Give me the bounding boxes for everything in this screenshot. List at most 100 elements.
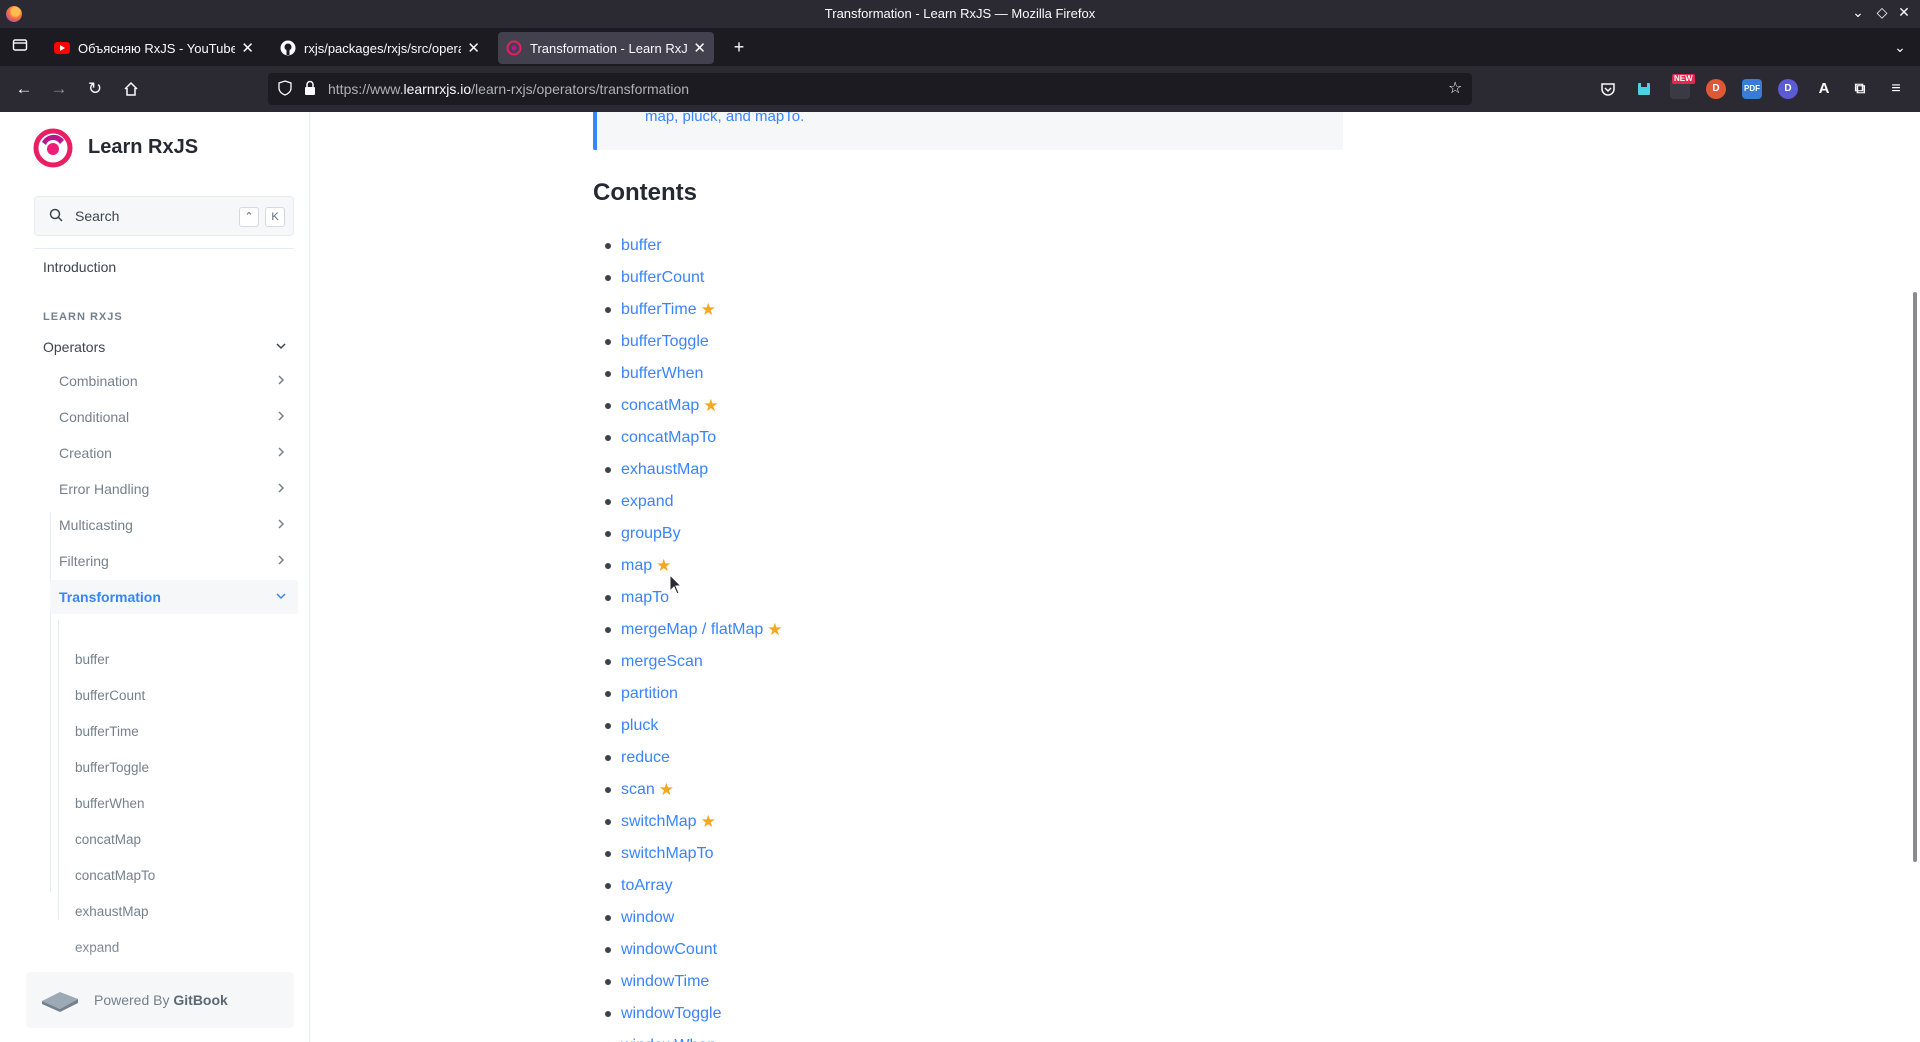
sidebar-item-buffertime[interactable]: bufferTime xyxy=(58,714,298,748)
sidebar-item-label: Conditional xyxy=(59,409,130,425)
operator-link[interactable]: bufferCount xyxy=(621,267,704,289)
operator-link[interactable]: windowCount xyxy=(621,939,717,961)
forward-icon[interactable]: → xyxy=(46,77,72,101)
operator-link[interactable]: buffer xyxy=(621,235,662,257)
extensions-icon[interactable]: ⧉ xyxy=(1850,79,1870,99)
sidebar-item-concatmap[interactable]: concatMap xyxy=(58,822,298,856)
sidebar-item-creation[interactable]: Creation xyxy=(50,436,298,470)
callout-text[interactable]: map, pluck, and mapTo. xyxy=(645,112,804,125)
close-tab-icon[interactable]: ✕ xyxy=(241,39,254,57)
pdf-icon[interactable]: PDF xyxy=(1742,79,1762,99)
sidebar-item-buffercount[interactable]: bufferCount xyxy=(58,678,298,712)
sidebar-item-filtering[interactable]: Filtering xyxy=(50,544,298,578)
firefox-view-icon[interactable] xyxy=(8,36,32,60)
sidebar-item-operators[interactable]: Operators xyxy=(34,330,298,364)
home-icon[interactable] xyxy=(118,77,144,101)
operator-link[interactable]: bufferWhen xyxy=(621,363,703,385)
operator-link[interactable]: windowTime xyxy=(621,971,709,993)
maximize-icon[interactable]: ◇ xyxy=(1872,4,1892,21)
bullet-icon xyxy=(605,723,611,729)
operator-link[interactable]: concatMap xyxy=(621,395,699,417)
sidebar-item-concatmapto[interactable]: concatMapTo xyxy=(58,858,298,892)
tracking-shield-icon[interactable] xyxy=(278,80,292,99)
duckduckgo-icon[interactable]: D xyxy=(1706,79,1726,99)
star-icon: ★ xyxy=(703,396,719,415)
sidebar-item-conditional[interactable]: Conditional xyxy=(50,400,298,434)
sidebar-item-bufferwhen[interactable]: bufferWhen xyxy=(58,786,298,820)
operator-link[interactable]: map xyxy=(621,555,652,577)
save-extension-icon[interactable] xyxy=(1634,79,1654,99)
list-item: windowTime xyxy=(593,966,783,998)
operator-link[interactable]: windowWhen xyxy=(621,1035,716,1042)
contents-heading: Contents xyxy=(593,179,697,206)
lock-icon[interactable] xyxy=(304,80,316,99)
sidebar-item-exhaustmap[interactable]: exhaustMap xyxy=(58,894,298,928)
new-badge-extension-icon[interactable]: NEW xyxy=(1670,74,1695,99)
sidebar-item-combination[interactable]: Combination xyxy=(50,364,298,398)
sidebar-item-buffertoggle[interactable]: bufferToggle xyxy=(58,750,298,784)
chevron-right-icon xyxy=(278,519,285,529)
page-scrollbar[interactable] xyxy=(1913,292,1917,862)
d-extension-icon[interactable]: D xyxy=(1778,79,1798,99)
page-content: Learn RxJS Search ⌃ K Introduction LEARN… xyxy=(0,112,1920,1042)
tab-learnrxjs[interactable]: Transformation - Learn RxJS ✕ xyxy=(498,32,714,64)
sidebar-item-transformation[interactable]: Transformation xyxy=(50,580,298,614)
sidebar-item-buffer[interactable]: buffer xyxy=(58,642,298,676)
bullet-icon xyxy=(605,915,611,921)
bullet-icon xyxy=(605,595,611,601)
operator-link[interactable]: concatMapTo xyxy=(621,427,716,449)
sidebar-item-introduction[interactable]: Introduction xyxy=(43,259,116,275)
operator-link[interactable]: mergeScan xyxy=(621,651,703,673)
operator-link[interactable]: scan xyxy=(621,779,655,801)
tab-youtube[interactable]: Объясняю RxJS - YouTube ✕ xyxy=(46,32,262,64)
operator-link[interactable]: bufferToggle xyxy=(621,331,709,353)
operator-link[interactable]: pluck xyxy=(621,715,658,737)
operator-link[interactable]: switchMapTo xyxy=(621,843,713,865)
sidebar-item-expand[interactable]: expand xyxy=(58,930,298,964)
operator-link[interactable]: window xyxy=(621,907,674,929)
operator-link[interactable]: toArray xyxy=(621,875,673,897)
list-item: bufferTime ★ xyxy=(593,294,783,326)
list-item: bufferCount xyxy=(593,262,783,294)
sidebar-item-label: Error Handling xyxy=(59,481,150,497)
list-item: concatMapTo xyxy=(593,422,783,454)
bookmark-star-icon[interactable]: ☆ xyxy=(1448,78,1462,98)
a-extension-icon[interactable]: A xyxy=(1814,79,1834,99)
operator-link[interactable]: groupBy xyxy=(621,523,681,545)
operator-link[interactable]: reduce xyxy=(621,747,670,769)
pocket-icon[interactable] xyxy=(1598,79,1618,99)
menu-icon[interactable]: ≡ xyxy=(1886,79,1906,99)
back-icon[interactable]: ← xyxy=(11,77,37,101)
new-tab-icon[interactable]: + xyxy=(727,36,751,60)
url-bar[interactable]: https://www.learnrxjs.io/learn-rxjs/oper… xyxy=(268,73,1472,105)
powered-by-gitbook[interactable]: Powered By GitBook xyxy=(26,972,294,1028)
close-tab-icon[interactable]: ✕ xyxy=(693,39,706,57)
operator-link[interactable]: bufferTime xyxy=(621,299,697,321)
list-item: mapTo xyxy=(593,582,783,614)
minimize-icon[interactable]: ⌄ xyxy=(1848,4,1868,21)
window-titlebar: Transformation - Learn RxJS — Mozilla Fi… xyxy=(0,0,1920,28)
brand[interactable]: Learn RxJS xyxy=(32,126,198,168)
reload-icon[interactable]: ↻ xyxy=(82,77,108,101)
operator-link[interactable]: mapTo xyxy=(621,587,669,609)
sidebar-item-error-handling[interactable]: Error Handling xyxy=(50,472,298,506)
operator-link[interactable]: switchMap xyxy=(621,811,697,833)
operator-link[interactable]: mergeMap / flatMap xyxy=(621,619,763,641)
tab-github[interactable]: rxjs/packages/rxjs/src/operators ✕ xyxy=(272,32,488,64)
sidebar-item-label: Operators xyxy=(43,339,106,355)
operator-link[interactable]: windowToggle xyxy=(621,1003,722,1025)
operator-link[interactable]: partition xyxy=(621,683,678,705)
operator-link[interactable]: exhaustMap xyxy=(621,459,708,481)
search-input[interactable]: Search ⌃ K xyxy=(34,196,294,236)
url-text[interactable]: https://www.learnrxjs.io/learn-rxjs/oper… xyxy=(328,81,689,97)
close-tab-icon[interactable]: ✕ xyxy=(467,39,480,57)
chevron-right-icon xyxy=(278,375,285,385)
tab-label: rxjs/packages/rxjs/src/operators xyxy=(304,40,461,56)
chevron-down-icon xyxy=(276,343,286,350)
list-tabs-icon[interactable]: ⌄ xyxy=(1888,36,1912,60)
close-window-icon[interactable]: ✕ xyxy=(1894,4,1914,21)
sidebar-item-multicasting[interactable]: Multicasting xyxy=(50,508,298,542)
operator-link[interactable]: expand xyxy=(621,491,674,513)
powered-by-text: Powered By GitBook xyxy=(94,992,228,1008)
bullet-icon xyxy=(605,979,611,985)
